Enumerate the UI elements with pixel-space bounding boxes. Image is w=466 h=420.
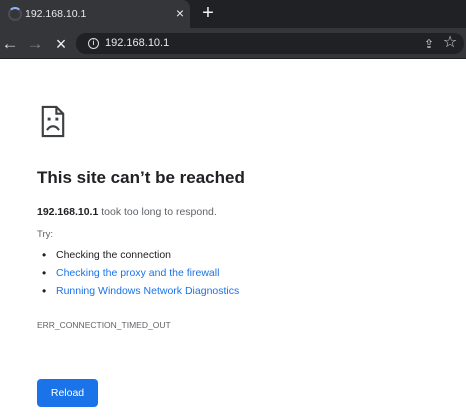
tab-title: 192.168.10.1 (25, 8, 87, 20)
suggestion-network-diagnostics: • Running Windows Network Diagnostics (42, 282, 239, 300)
address-input[interactable] (105, 35, 405, 51)
star-icon[interactable]: ☆ (441, 34, 459, 52)
error-summary: 192.168.10.1 took too long to respond. (37, 205, 217, 219)
error-code: ERR_CONNECTION_TIMED_OUT (37, 320, 171, 330)
info-icon[interactable]: i (88, 38, 99, 49)
bullet-icon: • (42, 266, 47, 280)
address-bar[interactable]: i ⇪ ☆ (76, 33, 464, 54)
proxy-firewall-link[interactable]: Checking the proxy and the firewall (56, 267, 219, 279)
reload-button[interactable]: Reload (37, 379, 98, 407)
arrow-right-icon[interactable]: → (26, 35, 44, 53)
arrow-left-icon[interactable]: ← (1, 35, 19, 53)
active-tab[interactable]: 192.168.10.1 × (0, 0, 190, 28)
close-icon[interactable]: × (172, 5, 188, 21)
try-label: Try: (37, 229, 54, 240)
browser-window: 192.168.10.1 × + ← → × i ⇪ ☆ This site c… (0, 0, 466, 420)
troubleshooting-list: • Checking the connection • Checking the… (42, 246, 239, 300)
timeout-message: took too long to respond. (98, 206, 217, 218)
tab-strip: 192.168.10.1 × + (0, 0, 466, 28)
suggestion-label: Checking the connection (56, 249, 171, 261)
bullet-icon: • (42, 248, 47, 262)
page-title: This site can’t be reached (37, 168, 245, 187)
share-icon[interactable]: ⇪ (420, 35, 438, 53)
network-diagnostics-link[interactable]: Running Windows Network Diagnostics (56, 285, 239, 297)
browser-toolbar: ← → × i ⇪ ☆ (0, 28, 466, 59)
stop-loading-icon[interactable]: × (52, 35, 70, 53)
sad-page-icon (41, 105, 65, 138)
suggestion-check-proxy-firewall: • Checking the proxy and the firewall (42, 264, 239, 282)
bullet-icon: • (42, 284, 47, 298)
loading-spinner-icon (8, 7, 22, 21)
error-page: This site can’t be reached 192.168.10.1 … (0, 59, 466, 420)
suggestion-check-connection: • Checking the connection (42, 246, 239, 264)
host-name: 192.168.10.1 (37, 206, 99, 218)
plus-icon[interactable]: + (199, 3, 217, 23)
